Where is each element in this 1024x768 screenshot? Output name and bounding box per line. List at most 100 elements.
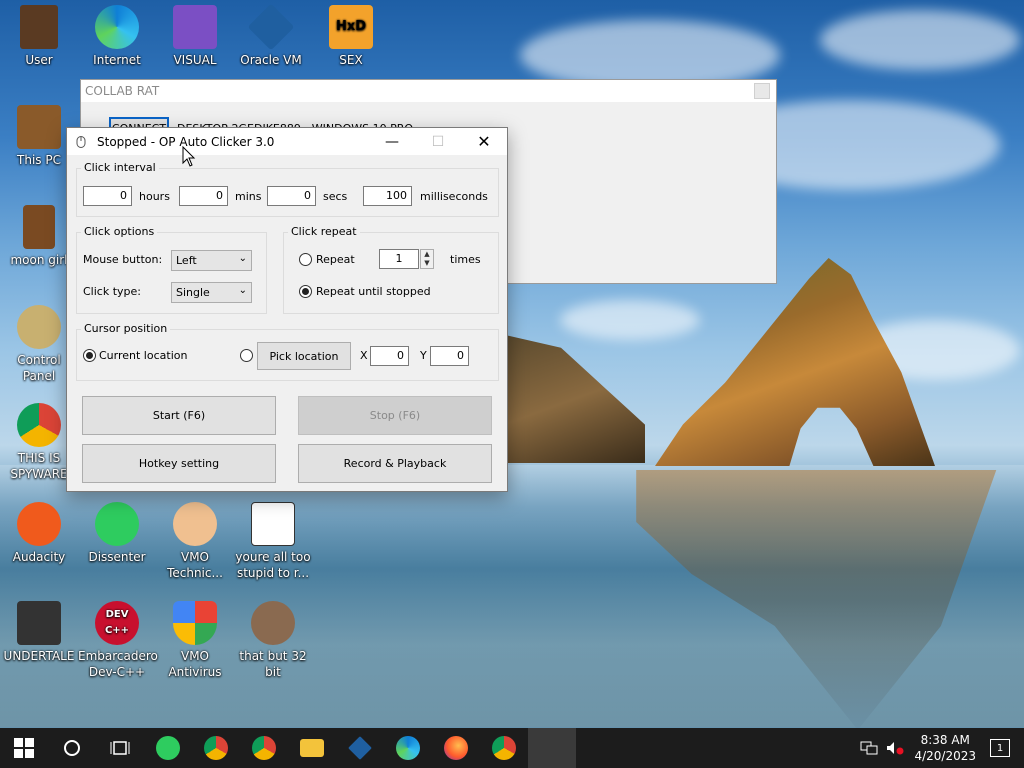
auto-clicker-window[interactable]: Stopped - OP Auto Clicker 3.0 — ☐ ✕ Clic… [66,127,508,492]
stop-button[interactable]: Stop (F6) [298,396,492,435]
taskbar-chrome-1[interactable] [192,728,240,768]
repeat-count-input[interactable]: 1 [379,249,419,269]
desktop-icon-internet[interactable]: Internet [78,5,156,68]
minimize-button[interactable]: — [369,128,415,155]
notification-center-button[interactable]: 1 [990,739,1010,757]
start-button[interactable]: Start (F6) [82,396,276,435]
chevron-down-icon: ⌄ [238,285,247,296]
taskbar-virtualbox[interactable] [336,728,384,768]
virtualbox-cube-icon [247,3,295,51]
mouse-pointer-icon [182,146,196,167]
user-folder-icon [20,5,58,49]
taskbar: 8:38 AM 4/20/2023 1 [0,728,1024,768]
mins-input[interactable]: 0 [179,186,228,206]
hours-input[interactable]: 0 [83,186,132,206]
secs-label: secs [323,190,348,203]
click-type-value: Single [176,286,210,299]
taskbar-chrome-3[interactable] [480,728,528,768]
desktop-icon-visual[interactable]: VISUAL [156,5,234,68]
edge-browser-icon [396,736,420,760]
shield-icon [173,601,217,645]
click-options-group: Click options Mouse button: Left ⌄ Click… [76,225,267,314]
repeat-radio[interactable] [299,253,312,266]
click-repeat-group: Click repeat Repeat 1 ▲ ▼ times Repeat u… [283,225,499,314]
desktop-icon-user[interactable]: User [0,5,78,68]
desktop-icon-devcpp[interactable]: DEV C++ Embarcadero Dev-C++ [78,601,158,680]
click-interval-legend: Click interval [81,161,159,174]
start-menu-button[interactable] [0,728,48,768]
task-view-button[interactable] [96,728,144,768]
folder-icon [300,739,324,757]
y-label: Y [420,349,427,362]
close-button[interactable]: ✕ [461,128,507,155]
x-coordinate-input[interactable]: 0 [370,346,409,366]
chrome-icon [17,403,61,447]
dissenter-icon [156,736,180,760]
technician-person-icon [173,502,217,546]
times-label: times [450,253,481,266]
desktop-icon-dissenter[interactable]: Dissenter [78,502,156,565]
cursor-position-group: Cursor position Current location Pick lo… [76,322,499,381]
audacity-headphones-icon [17,502,61,546]
repeat-until-stopped-radio[interactable] [299,285,312,298]
chevron-down-icon[interactable]: ▼ [421,259,433,268]
folder-file-icon [23,205,55,249]
current-location-label: Current location [99,349,188,362]
collab-rat-titlebar[interactable]: COLLAB RAT [81,80,776,102]
taskbar-firefox[interactable] [432,728,480,768]
network-icon[interactable] [860,741,878,755]
cursor-position-legend: Cursor position [81,322,171,335]
hxd-editor-icon: HxD [329,5,373,49]
edge-browser-icon [95,5,139,49]
milliseconds-input[interactable]: 100 [363,186,412,206]
chrome-icon [252,736,276,760]
repeat-label: Repeat [316,253,355,266]
search-button[interactable] [48,728,96,768]
portrait-image-icon [251,502,295,546]
taskbar-edge[interactable] [384,728,432,768]
repeat-count-stepper[interactable]: ▲ ▼ [420,249,434,269]
control-panel-icon [17,305,61,349]
y-coordinate-input[interactable]: 0 [430,346,469,366]
collab-rat-close-button[interactable] [754,83,770,99]
desktop-icon-oracle-vm[interactable]: Oracle VM [232,3,310,68]
chrome-icon [492,736,516,760]
desktop-icon-vmo-antivirus[interactable]: VMO Antivirus [156,601,234,680]
secs-input[interactable]: 0 [267,186,316,206]
maximize-button[interactable]: ☐ [415,128,461,155]
rock-arch [655,258,935,466]
desktop-icon-32bit[interactable]: that but 32 bit [234,601,312,680]
desktop-icon-sex[interactable]: HxD SEX [312,5,390,68]
windows-logo-icon [14,738,34,758]
current-location-radio[interactable] [83,349,96,362]
chevron-down-icon: ⌄ [238,253,247,264]
chevron-up-icon[interactable]: ▲ [421,250,433,259]
hours-label: hours [139,190,170,203]
milliseconds-label: milliseconds [420,190,488,203]
unity-icon [17,601,61,645]
devcpp-icon: DEV C++ [95,601,139,645]
click-type-label: Click type: [83,285,141,298]
pick-location-radio[interactable] [240,349,253,362]
mouse-button-select[interactable]: Left ⌄ [171,250,252,271]
taskbar-chrome-2[interactable] [240,728,288,768]
mouse-icon [76,135,86,148]
record-playback-button[interactable]: Record & Playback [298,444,492,483]
click-options-legend: Click options [81,225,158,238]
volume-muted-icon[interactable] [886,741,904,755]
desktop-icon-too-stupid[interactable]: youre all too stupid to r... [234,502,312,581]
auto-clicker-titlebar[interactable]: Stopped - OP Auto Clicker 3.0 — ☐ ✕ [67,128,507,155]
click-type-select[interactable]: Single ⌄ [171,282,252,303]
desktop-icon-undertale[interactable]: UNDERTALE [0,601,78,664]
click-interval-group: Click interval 0 hours 0 mins 0 secs 100… [76,161,499,217]
pick-location-button[interactable]: Pick location [257,342,351,370]
desktop-icon-audacity[interactable]: Audacity [0,502,78,565]
taskbar-file-explorer[interactable] [288,728,336,768]
chrome-icon [204,736,228,760]
hotkey-setting-button[interactable]: Hotkey setting [82,444,276,483]
taskbar-dissenter[interactable] [144,728,192,768]
desktop-icon-vmo-technic[interactable]: VMO Technic... [156,502,234,581]
x-label: X [360,349,368,362]
taskbar-clock[interactable]: 8:38 AM 4/20/2023 [914,732,976,764]
taskbar-auto-clicker[interactable] [528,728,576,768]
